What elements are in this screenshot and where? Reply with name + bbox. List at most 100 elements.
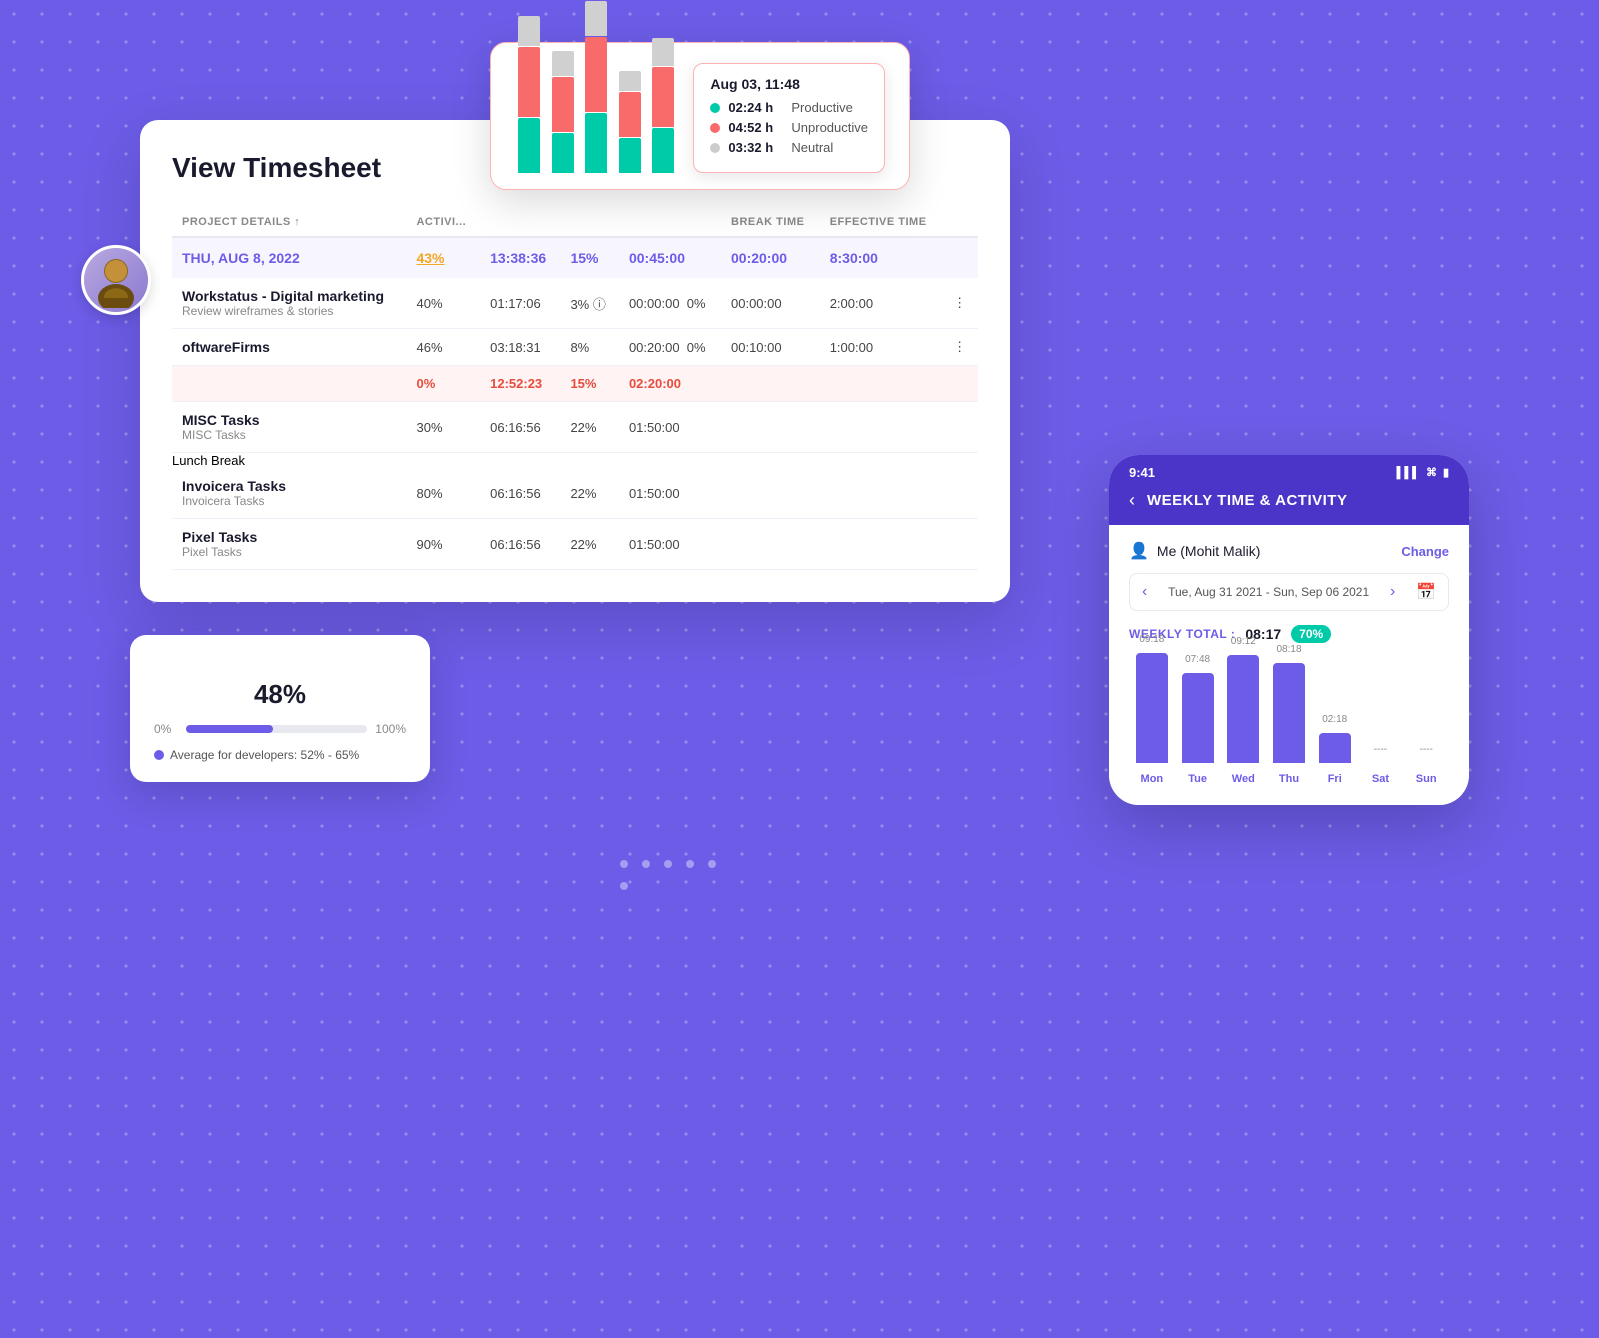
progress-min-label: 0% (154, 722, 178, 736)
table-row: Workstatus - Digital marketing Review wi… (172, 278, 978, 329)
bar-group-3 (582, 1, 610, 173)
project-sub: Invoicera Tasks (182, 494, 396, 508)
col-activity: ACTIVI... (406, 208, 480, 237)
table-row: Pixel Tasks Pixel Tasks 90% 06:16:56 22%… (172, 519, 978, 570)
project-sub: MISC Tasks (182, 428, 396, 442)
row-effective: 1:00:00 (820, 329, 943, 366)
row-time1: 06:16:56 (480, 519, 560, 570)
row-time3: 01:50:00 (619, 402, 721, 453)
project-sub: Review wireframes & stories (182, 304, 396, 318)
day-label: Sat (1372, 773, 1389, 785)
prev-date-arrow[interactable]: ‹ (1142, 583, 1147, 601)
row-time3: 01:50:00 (619, 468, 721, 519)
row-time3: 02:20:00 (619, 366, 721, 402)
next-date-arrow[interactable]: › (1390, 583, 1395, 601)
deco-dot (686, 860, 694, 868)
project-cell: Workstatus - Digital marketing Review wi… (172, 278, 406, 329)
tooltip-time-neutral: 03:32 h (728, 140, 783, 155)
row-time1: 03:18:31 (480, 329, 560, 366)
bar-chart (515, 63, 677, 173)
avatar (81, 245, 151, 315)
row-activity: 30% (406, 402, 480, 453)
row-time3: 00:00:00 0% (619, 278, 721, 329)
table-row: Invoicera Tasks Invoicera Tasks 80% 06:1… (172, 468, 978, 519)
date-effective: 8:30:00 (820, 237, 943, 278)
back-arrow-icon[interactable]: ‹ (1129, 490, 1135, 511)
tooltip-item-productive: 02:24 h Productive (710, 100, 868, 115)
project-name: Invoicera Tasks (182, 478, 396, 494)
lunch-break-row: Lunch Break (172, 453, 978, 469)
col-actions (943, 208, 978, 237)
date-time2: 15% (560, 237, 619, 278)
row-break: 00:10:00 (721, 329, 820, 366)
row-time3: 01:50:00 (619, 519, 721, 570)
bar-productive (652, 128, 674, 173)
day-col-mon: 09:18 Mon (1129, 634, 1175, 785)
timesheet-card: View Timesheet PROJECT DETAILS ↑ ACTIVI.… (140, 120, 1010, 602)
day-time: ---- (1374, 744, 1387, 755)
progress-max-label: 100% (375, 722, 406, 736)
row-time2: 8% (560, 329, 619, 366)
bar-neutral (585, 1, 607, 36)
row-activity: 0% (406, 366, 480, 402)
activity-popup: 48% 0% 100% Average for developers: 52% … (130, 635, 430, 782)
bar-neutral (619, 71, 641, 91)
battery-icon: ▮ (1443, 466, 1449, 479)
day-col-fri: 02:18 Fri (1312, 714, 1358, 785)
tooltip-box: Aug 03, 11:48 02:24 h Productive 04:52 h… (693, 63, 885, 173)
date-time3: 00:45:00 (619, 237, 721, 278)
row-time3: 00:20:00 0% (619, 329, 721, 366)
deco-dot (708, 860, 716, 868)
project-name: Workstatus - Digital marketing (182, 288, 396, 304)
day-time: 09:18 (1139, 634, 1164, 645)
progress-bar-row: 0% 100% (154, 722, 406, 736)
deco-dots-br (620, 860, 720, 890)
signal-icon: ▌▌▌ (1397, 467, 1420, 479)
bar-group-5 (649, 38, 677, 173)
mobile-app-card: 9:41 ▌▌▌ ⌘ ▮ ‹ WEEKLY TIME & ACTIVITY 👤 … (1109, 455, 1469, 805)
avg-text: Average for developers: 52% - 65% (154, 748, 406, 762)
day-label: Wed (1232, 773, 1255, 785)
row-effective: 2:00:00 (820, 278, 943, 329)
bar-group-1 (515, 16, 543, 173)
project-cell: MISC Tasks MISC Tasks (172, 402, 406, 453)
more-options-icon[interactable]: ⋮ (943, 278, 978, 329)
status-icons: ▌▌▌ ⌘ ▮ (1397, 466, 1449, 479)
mobile-body: 👤 Me (Mohit Malik) Change ‹ Tue, Aug 31 … (1109, 525, 1469, 805)
bar-productive (619, 138, 641, 173)
deco-dot (664, 860, 672, 868)
row-time1: 06:16:56 (480, 402, 560, 453)
bar-group-4 (615, 71, 643, 173)
project-cell: Pixel Tasks Pixel Tasks (172, 519, 406, 570)
day-col-sun: ---- Sun (1403, 744, 1449, 785)
day-bar (1273, 663, 1305, 763)
row-break: 00:00:00 (721, 278, 820, 329)
day-col-thu: 08:18 Thu (1266, 644, 1312, 785)
dot-red (710, 123, 720, 133)
col-time1 (480, 208, 560, 237)
day-label: Sun (1416, 773, 1437, 785)
day-bar (1227, 655, 1259, 763)
percentage-badge: 70% (1291, 625, 1331, 643)
change-button[interactable]: Change (1401, 544, 1449, 559)
row-activity: 46% (406, 329, 480, 366)
tooltip-time-productive: 02:24 h (728, 100, 783, 115)
bar-unproductive (585, 37, 607, 112)
bar-group-2 (548, 51, 576, 173)
project-sub: Pixel Tasks (182, 545, 396, 559)
scene: View Timesheet PROJECT DETAILS ↑ ACTIVI.… (0, 0, 1599, 1338)
day-col-sat: ---- Sat (1358, 744, 1404, 785)
more-options-icon[interactable]: ⋮ (943, 329, 978, 366)
calendar-icon[interactable]: 📅 (1416, 582, 1436, 602)
project-cell (172, 366, 406, 402)
day-time: 02:18 (1322, 714, 1347, 725)
day-bar (1182, 673, 1214, 763)
row-time2: 22% (560, 468, 619, 519)
day-time: 09:12 (1231, 636, 1256, 647)
tooltip-label-unproductive: Unproductive (791, 120, 868, 135)
tooltip-date: Aug 03, 11:48 (710, 76, 868, 92)
bar-productive (552, 133, 574, 173)
row-time2: 15% (560, 366, 619, 402)
dot-green (710, 103, 720, 113)
user-icon: 👤 (1129, 541, 1149, 561)
